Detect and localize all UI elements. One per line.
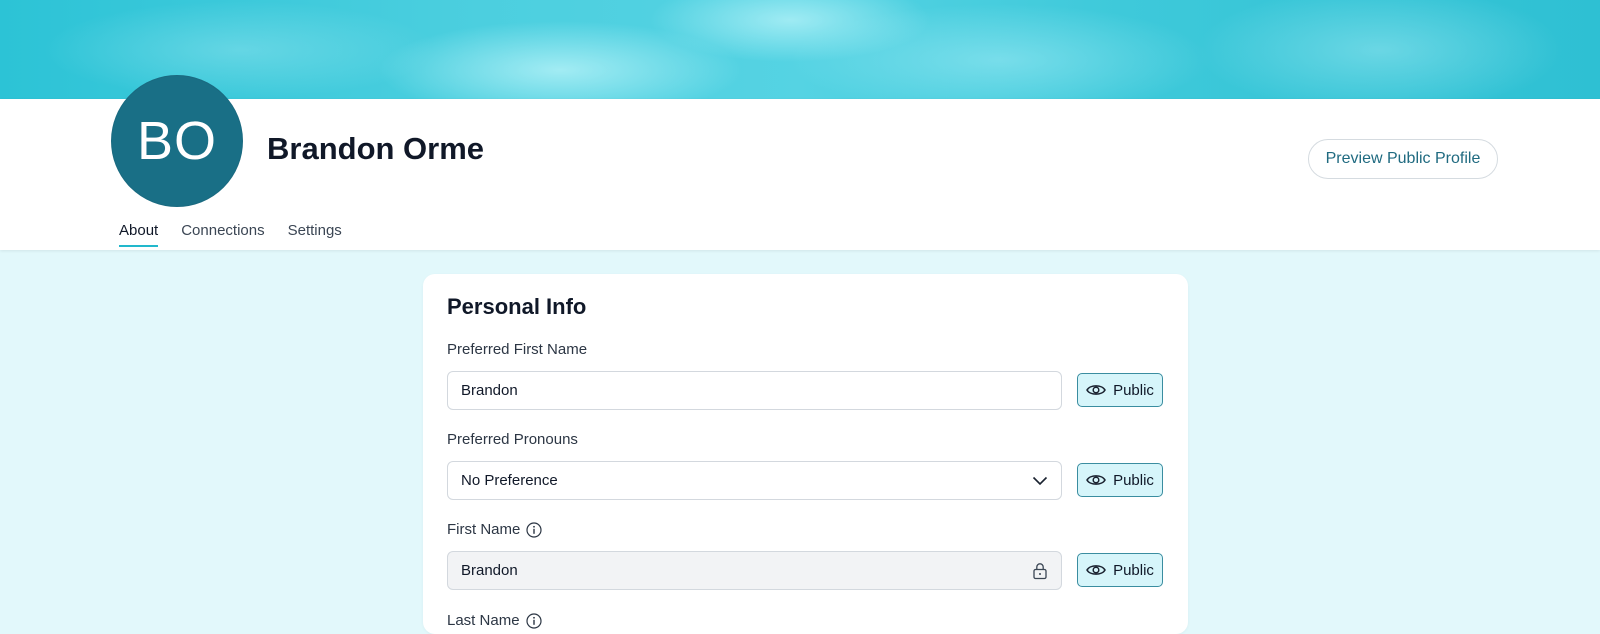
preferred-pronouns-label: Preferred Pronouns	[447, 431, 578, 448]
preferred-pronouns-visibility-button[interactable]: Public	[1077, 463, 1163, 497]
preferred-pronouns-value: No Preference	[461, 472, 558, 489]
first-name-input: Brandon	[447, 551, 1062, 590]
preferred-first-name-input[interactable]: Brandon	[447, 371, 1062, 410]
avatar-initials: BO	[136, 111, 218, 171]
eye-icon	[1086, 383, 1106, 397]
personal-info-card: Personal Info Preferred First Name Brand…	[423, 274, 1188, 634]
preview-public-profile-button[interactable]: Preview Public Profile	[1308, 139, 1498, 179]
chevron-down-icon	[1032, 476, 1048, 486]
preferred-first-name-value: Brandon	[461, 382, 518, 399]
preferred-pronouns-select[interactable]: No Preference	[447, 461, 1062, 500]
preferred-first-name-visibility-button[interactable]: Public	[1077, 373, 1163, 407]
first-name-visibility-button[interactable]: Public	[1077, 553, 1163, 587]
first-name-value: Brandon	[461, 562, 518, 579]
profile-name: Brandon Orme	[267, 131, 485, 166]
card-title: Personal Info	[447, 294, 587, 319]
first-name-label: First Name	[447, 521, 542, 538]
tab-settings[interactable]: Settings	[288, 222, 342, 247]
tab-about[interactable]: About	[119, 222, 159, 247]
lock-icon	[1032, 562, 1048, 580]
info-icon[interactable]	[526, 521, 542, 538]
eye-icon	[1086, 563, 1106, 577]
avatar: BO	[111, 75, 243, 207]
last-name-label: Last Name	[447, 612, 542, 629]
tab-connections[interactable]: Connections	[181, 222, 264, 247]
profile-tabs: About Connections Settings	[119, 222, 342, 247]
eye-icon	[1086, 473, 1106, 487]
info-icon[interactable]	[525, 612, 542, 629]
profile-banner	[0, 0, 1600, 99]
preferred-first-name-label: Preferred First Name	[447, 341, 588, 358]
